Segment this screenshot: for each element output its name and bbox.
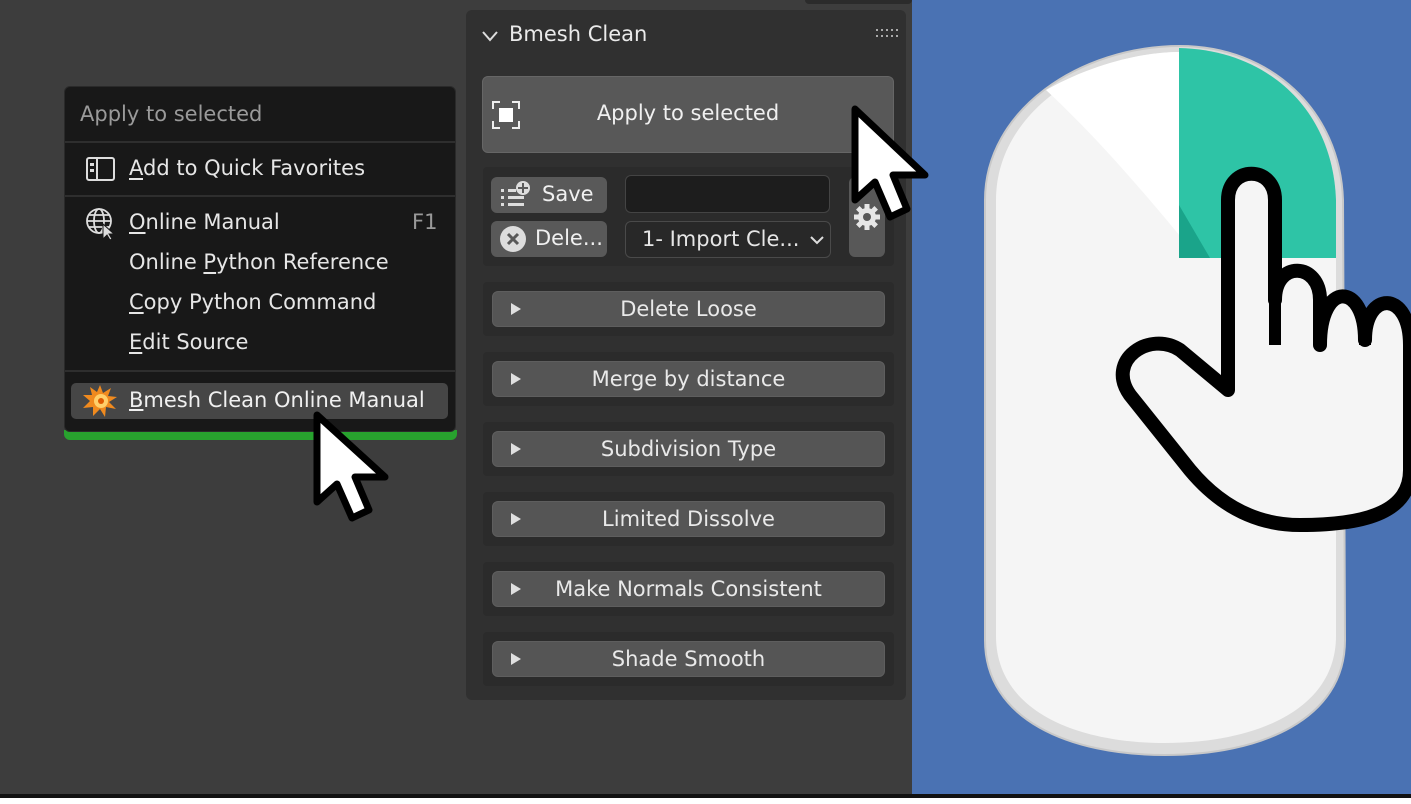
menu-divider (65, 141, 455, 143)
mouse-illustration (984, 44, 1411, 757)
section-make-normals-consistent[interactable]: Make Normals Consistent (492, 571, 885, 607)
drag-grip-icon[interactable] (876, 28, 898, 40)
favorites-icon (86, 157, 115, 181)
apply-to-selected-button[interactable]: Apply to selected (482, 76, 894, 153)
section-limited-dissolve[interactable]: Limited Dissolve (492, 501, 885, 537)
section-subdivision-type[interactable]: Subdivision Type (492, 431, 885, 467)
section-label: Merge by distance (591, 367, 786, 391)
menu-divider (65, 195, 455, 197)
online-manual-shortcut: F1 (412, 210, 438, 234)
mouse-pointer-icon (313, 411, 389, 522)
save-preset-button[interactable]: Save (491, 177, 607, 213)
preset-selected-label: 1- Import Cle... (642, 227, 800, 251)
bottom-border-line (0, 794, 1411, 798)
save-label: Save (542, 182, 594, 206)
section-shade-smooth[interactable]: Shade Smooth (492, 641, 885, 677)
section-merge-by-distance[interactable]: Merge by distance (492, 361, 885, 397)
top-edge-strip (805, 0, 912, 4)
section-label: Limited Dissolve (602, 507, 775, 531)
section-label: Shade Smooth (611, 647, 766, 671)
chevron-down-icon[interactable] (480, 26, 500, 46)
section-label: Make Normals Consistent (555, 577, 822, 601)
dropdown-chevron-icon (810, 236, 824, 245)
menu-divider (65, 370, 455, 372)
delete-label: Dele... (535, 226, 603, 250)
delete-preset-button[interactable]: Dele... (491, 221, 607, 257)
preset-dropdown[interactable]: 1- Import Cle... (625, 221, 831, 258)
section-label: Subdivision Type (600, 437, 777, 461)
panel-title: Bmesh Clean (509, 22, 648, 46)
preset-name-field[interactable] (625, 175, 830, 213)
add-preset-icon (501, 181, 530, 206)
menu-item-edit-source[interactable]: Edit Source (129, 330, 248, 354)
context-menu-header: Apply to selected (80, 102, 263, 126)
addon-splash-icon (83, 385, 117, 417)
menu-item-label: Bmesh Clean Online Manual (129, 388, 425, 412)
menu-item-online-python-reference[interactable]: Online Python Reference (129, 250, 389, 274)
menu-item-copy-python-command[interactable]: Copy Python Command (129, 290, 376, 314)
section-label: Delete Loose (620, 297, 757, 321)
section-delete-loose[interactable]: Delete Loose (492, 291, 885, 327)
menu-item-add-to-quick-favorites[interactable]: Add to Quick Favorites (129, 156, 365, 180)
globe-cursor-icon (86, 208, 116, 240)
delete-x-icon (500, 226, 526, 252)
menu-item-online-manual[interactable]: Online Manual (129, 210, 280, 234)
apply-label: Apply to selected (596, 101, 780, 125)
